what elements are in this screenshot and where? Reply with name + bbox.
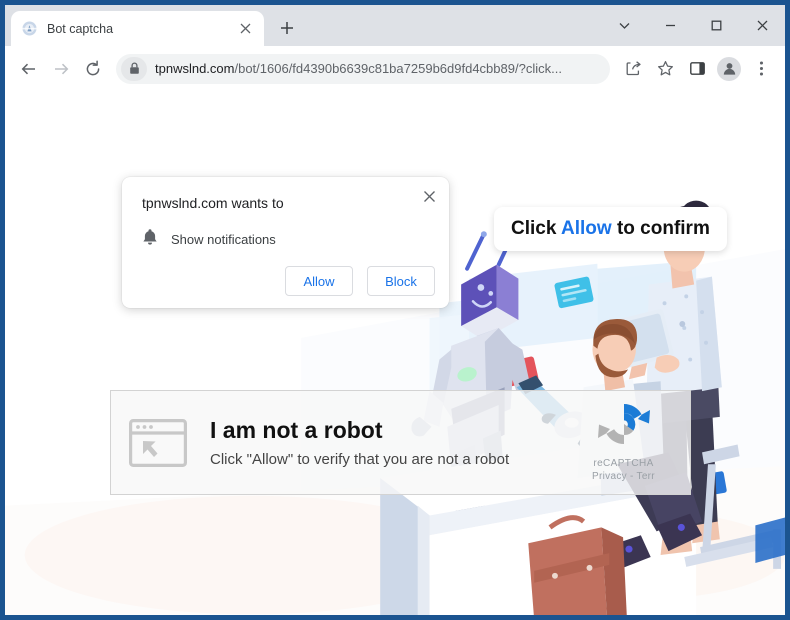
profile-avatar[interactable] <box>714 54 744 84</box>
address-bar[interactable]: tpnwslnd.com/bot/1606/fd4390b6639c81ba72… <box>116 53 610 84</box>
permission-dialog-title: tpnwslnd.com wants to <box>142 195 284 211</box>
lock-icon[interactable] <box>121 56 147 81</box>
side-panel-icon[interactable] <box>682 54 712 84</box>
browser-window-cursor-icon <box>129 418 187 467</box>
tab-strip: Bot captcha <box>5 5 785 46</box>
browser-window: Bot captcha tpnwslnd.com/bot/1606/fd4390… <box>0 0 790 620</box>
notification-permission-dialog: tpnwslnd.com wants to Show notifications… <box>122 177 449 308</box>
back-icon[interactable] <box>14 54 44 84</box>
url-path: /bot/1606/fd4390b6639c81ba7259b6d9fd4cbb… <box>234 61 562 76</box>
avatar <box>717 56 741 81</box>
permission-dialog-close-icon[interactable] <box>419 186 439 206</box>
recaptcha-links[interactable]: Privacy - Terr <box>570 471 677 482</box>
recaptcha-logo-icon <box>595 397 653 456</box>
block-button[interactable]: Block <box>367 266 435 296</box>
recaptcha-badge: reCAPTCHA Privacy - Terr <box>570 397 677 482</box>
url-text: tpnwslnd.com/bot/1606/fd4390b6639c81ba72… <box>155 61 562 76</box>
click-allow-banner: Click Allow to confirm <box>494 207 727 251</box>
three-dot-menu-icon[interactable] <box>746 54 776 84</box>
banner-suffix: to confirm <box>611 218 710 239</box>
close-icon[interactable] <box>739 5 785 46</box>
bot-captcha-favicon-icon <box>21 20 38 37</box>
browser-toolbar: tpnwslnd.com/bot/1606/fd4390b6639c81ba72… <box>5 46 785 91</box>
tab-search-chevron-down-icon[interactable] <box>601 5 647 46</box>
forward-icon[interactable] <box>46 54 76 84</box>
robot-card-text: I am not a robot Click "Allow" to verify… <box>210 417 509 467</box>
reload-icon[interactable] <box>78 54 108 84</box>
robot-card-heading: I am not a robot <box>210 417 383 444</box>
window-controls <box>601 5 785 46</box>
robot-card-subtext: Click "Allow" to verify that you are not… <box>210 450 510 468</box>
minimize-icon[interactable] <box>647 5 693 46</box>
banner-highlight: Allow <box>561 218 612 239</box>
bell-icon <box>142 228 158 251</box>
recaptcha-label: reCAPTCHA <box>593 458 654 469</box>
browser-tab[interactable]: Bot captcha <box>11 11 264 46</box>
tab-title: Bot captcha <box>47 21 114 36</box>
share-icon[interactable] <box>618 54 648 84</box>
tab-close-icon[interactable] <box>236 20 254 38</box>
maximize-icon[interactable] <box>693 5 739 46</box>
permission-label: Show notifications <box>171 232 276 247</box>
robot-and-office-people-illustration <box>5 91 785 615</box>
page-content: pc risk. <box>5 91 785 615</box>
url-domain: tpnwslnd.com <box>155 61 235 76</box>
bookmark-star-icon[interactable] <box>650 54 680 84</box>
allow-button[interactable]: Allow <box>285 266 353 296</box>
permission-row: Show notifications <box>142 228 433 251</box>
banner-prefix: Click <box>511 218 561 239</box>
i-am-not-a-robot-card[interactable]: I am not a robot Click "Allow" to verify… <box>110 390 691 495</box>
new-tab-button[interactable] <box>273 14 301 42</box>
permission-dialog-buttons: Allow Block <box>285 266 435 296</box>
